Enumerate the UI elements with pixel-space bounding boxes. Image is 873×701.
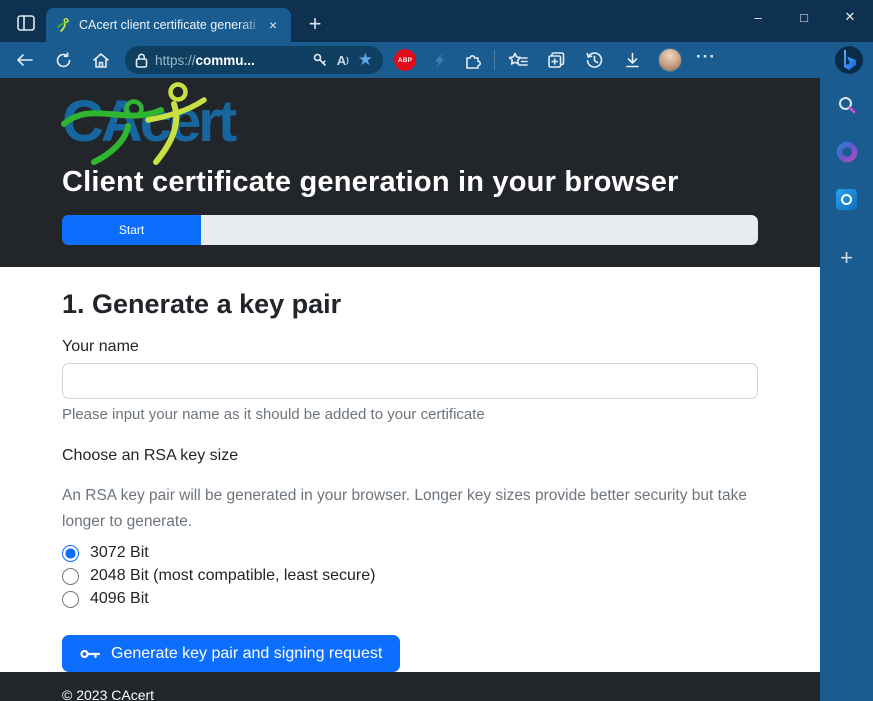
workspaces-icon	[17, 15, 35, 31]
toolbar-separator	[494, 50, 495, 70]
favorite-star-button[interactable]: ★	[358, 50, 373, 70]
password-key-button[interactable]	[312, 52, 328, 68]
radio-option-3072: 3072 Bit	[62, 544, 758, 562]
section-heading: 1. Generate a key pair	[62, 289, 758, 320]
copilot-discover-button[interactable]	[831, 43, 867, 77]
tab-title: CAcert client certificate generation	[79, 18, 255, 32]
sidebar-search-button[interactable]	[830, 90, 864, 120]
home-button[interactable]	[82, 45, 120, 75]
favorites-star-list-icon	[508, 52, 529, 69]
page-hero: CAcert Client certificate generation in …	[0, 78, 820, 267]
abp-icon: ABP	[394, 49, 416, 71]
history-button[interactable]	[575, 45, 613, 75]
close-window-button[interactable]: ✕	[827, 0, 873, 34]
radio-3072-label[interactable]: 3072 Bit	[90, 544, 149, 562]
tab-actions-menu-button[interactable]	[8, 6, 44, 40]
generate-keypair-label: Generate key pair and signing request	[111, 645, 382, 663]
back-button[interactable]	[6, 45, 44, 75]
radio-option-4096: 4096 Bit	[62, 590, 758, 608]
url-scheme: https://	[155, 53, 196, 68]
name-field-label: Your name	[62, 338, 758, 356]
refresh-icon	[55, 52, 72, 69]
cacert-logo: CAcert	[62, 88, 382, 158]
microsoft-365-icon	[836, 141, 858, 163]
avatar	[658, 48, 682, 72]
name-help-text: Please input your name as it should be a…	[62, 406, 758, 423]
read-aloud-icon: A	[337, 53, 346, 68]
keysize-description: An RSA key pair will be generated in you…	[62, 483, 752, 534]
browser-window: CAcert client certificate generation × +…	[0, 0, 873, 701]
maximize-button[interactable]: □	[781, 0, 827, 34]
cacert-logo-text: CAcert	[62, 89, 234, 154]
flame-extension-icon	[431, 51, 447, 69]
lock-icon	[135, 53, 148, 68]
page-main: 1. Generate a key pair Your name Please …	[0, 267, 820, 672]
extensions-button[interactable]	[456, 45, 490, 75]
copyright-text: © 2023 CAcert	[62, 687, 154, 701]
favorites-button[interactable]	[499, 45, 537, 75]
back-arrow-icon	[16, 53, 34, 67]
address-bar[interactable]: https://commu... A) ★	[125, 46, 383, 74]
new-tab-button[interactable]: +	[301, 10, 329, 38]
profile-button[interactable]	[651, 45, 689, 75]
sidebar-customize-button[interactable]: +	[830, 243, 864, 273]
keysize-label: Choose an RSA key size	[62, 447, 758, 465]
adblock-extension-button[interactable]: ABP	[388, 45, 422, 75]
collections-button[interactable]	[537, 45, 575, 75]
settings-more-button[interactable]: ···	[689, 45, 723, 75]
radio-4096-label[interactable]: 4096 Bit	[90, 590, 149, 608]
radio-2048-input[interactable]	[62, 568, 79, 585]
minimize-button[interactable]: –	[735, 0, 781, 34]
sidebar-office-button[interactable]	[830, 137, 864, 167]
tab-title-fade	[239, 8, 265, 42]
history-clock-icon	[585, 51, 604, 70]
title-bar: CAcert client certificate generation × +…	[0, 0, 873, 42]
progress-step-label: Start	[119, 223, 144, 237]
star-filled-icon: ★	[358, 50, 373, 70]
name-input[interactable]	[62, 363, 758, 399]
tab-close-button[interactable]: ×	[263, 15, 283, 35]
collections-icon	[547, 51, 566, 69]
generate-keypair-button[interactable]: Generate key pair and signing request	[62, 635, 400, 672]
progress-fill: Start	[62, 215, 201, 245]
page-title: Client certificate generation in your br…	[62, 166, 758, 199]
browser-tab-active[interactable]: CAcert client certificate generation ×	[46, 8, 291, 42]
progress-bar: Start	[62, 215, 758, 245]
puzzle-icon	[464, 51, 483, 70]
blue-extension-button[interactable]	[422, 45, 456, 75]
cacert-favicon-icon	[56, 17, 72, 33]
outlook-icon	[836, 189, 857, 210]
home-icon	[92, 52, 110, 69]
refresh-button[interactable]	[44, 45, 82, 75]
sidebar-outlook-button[interactable]	[830, 184, 864, 214]
radio-option-2048: 2048 Bit (most compatible, least secure)	[62, 567, 758, 585]
browser-body: CAcert Client certificate generation in …	[0, 78, 873, 701]
page-footer: © 2023 CAcert	[0, 672, 820, 701]
edge-sidebar: +	[820, 78, 873, 701]
url-text: https://commu...	[155, 53, 303, 68]
radio-4096-input[interactable]	[62, 591, 79, 608]
downloads-button[interactable]	[613, 45, 651, 75]
window-controls: – □ ✕	[735, 0, 873, 34]
search-icon	[837, 95, 857, 115]
browser-toolbar: https://commu... A) ★ ABP	[0, 42, 873, 78]
key-icon	[80, 647, 101, 661]
web-page: CAcert Client certificate generation in …	[0, 78, 820, 701]
radio-3072-input[interactable]	[62, 545, 79, 562]
download-icon	[624, 52, 641, 69]
key-icon	[312, 52, 328, 68]
ellipsis-icon: ···	[696, 47, 716, 73]
radio-2048-label[interactable]: 2048 Bit (most compatible, least secure)	[90, 567, 375, 585]
url-host: commu...	[196, 53, 255, 68]
bing-icon	[833, 44, 865, 76]
read-aloud-button[interactable]: A)	[337, 53, 349, 68]
